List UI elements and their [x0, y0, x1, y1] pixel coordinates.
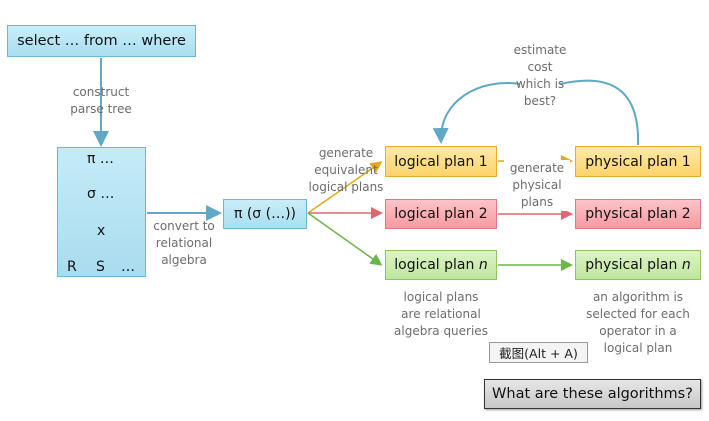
physical-plans-note: an algorithm is selected for each operat… — [586, 290, 690, 355]
generate-physical-label: generate physical plans — [504, 160, 570, 211]
sql-query-box: select … from … where — [7, 25, 196, 57]
physical-plan-1-box: physical plan 1 — [575, 146, 701, 177]
relational-algebra-expression: π (σ (…)) — [233, 206, 297, 222]
parse-tree-box: π … σ … x R S … — [57, 147, 146, 277]
logical-plan-1-box: logical plan 1 — [385, 146, 497, 177]
logical-plan-n-index: n — [478, 257, 488, 273]
question-text: What are these algorithms? — [492, 386, 693, 402]
logical-plan-2-label: logical plan — [394, 206, 479, 222]
tree-leaf-s: S — [96, 259, 105, 275]
logical-plan-2-index: 2 — [478, 206, 488, 222]
relational-algebra-box: π (σ (…)) — [223, 199, 307, 229]
logical-plan-1-label: logical plan — [394, 153, 479, 170]
tree-node-sigma: σ … — [87, 186, 115, 202]
tree-node-pi: π … — [87, 151, 114, 167]
tree-node-cross-product: x — [97, 223, 106, 239]
physical-plan-n-label: physical plan — [585, 257, 682, 273]
physical-plan-2-index: 2 — [681, 206, 691, 222]
physical-plan-2-box: physical plan 2 — [575, 199, 701, 229]
question-box: What are these algorithms? — [484, 379, 701, 409]
physical-plan-n-box: physical plan n — [575, 250, 701, 280]
physical-plan-n-index: n — [681, 257, 691, 273]
screenshot-shortcut-text: 截图(Alt + A) — [499, 346, 578, 361]
physical-plan-2-label: physical plan — [585, 206, 682, 222]
logical-plan-1-index: 1 — [478, 153, 488, 170]
construct-parse-tree-label: construct parse tree — [70, 85, 132, 116]
tree-leaf-more: … — [121, 259, 135, 275]
physical-plan-1-label: physical plan — [585, 153, 682, 170]
sql-query-text: select … from … where — [17, 33, 186, 49]
physical-plan-1-index: 1 — [681, 153, 691, 170]
convert-to-algebra-label: convert to relational algebra — [153, 219, 215, 267]
screenshot-shortcut-tooltip: 截图(Alt + A) — [489, 342, 588, 363]
logical-plans-note: logical plans are relational algebra que… — [394, 290, 488, 338]
logical-plan-n-box: logical plan n — [385, 250, 497, 280]
logical-plan-n-label: logical plan — [394, 257, 479, 273]
logical-plan-2-box: logical plan 2 — [385, 199, 497, 229]
tree-leaf-r: R — [67, 259, 77, 275]
generate-equivalent-label: generate equivalent logical plans — [308, 146, 384, 194]
arrow-to-logical-plan-n — [307, 212, 383, 266]
estimate-cost-label: estimate cost which is best? — [513, 43, 567, 108]
